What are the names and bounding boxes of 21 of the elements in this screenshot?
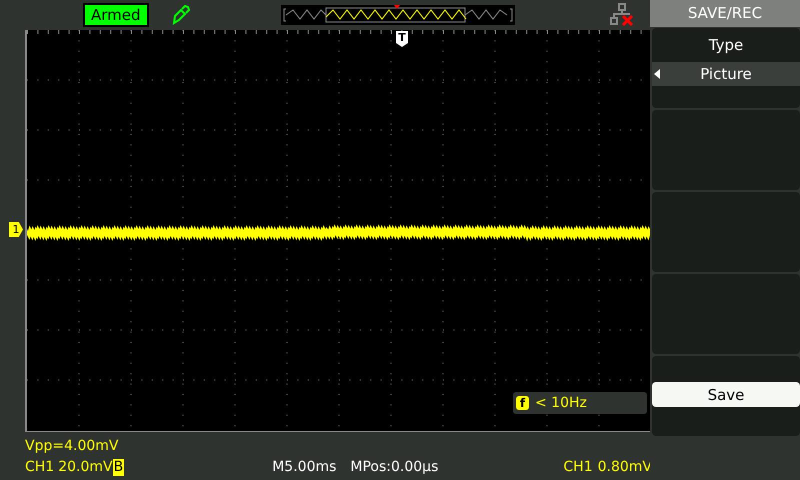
timebase: M5.00ms	[272, 458, 336, 477]
option-label: Type	[708, 35, 744, 56]
acquisition-status: Armed	[83, 3, 149, 27]
menu-option[interactable]: Type Picture	[652, 28, 800, 108]
horizontal-position: MPos:0.00µs	[350, 458, 438, 477]
menu-title: SAVE/REC	[650, 0, 800, 27]
frequency-reading: < 10Hz	[535, 395, 587, 411]
channel-name: CH1	[25, 458, 54, 477]
frequency-badge: f	[516, 396, 529, 410]
bandwidth-limit-badge: B	[112, 459, 124, 476]
trigger-position-marker: T	[396, 31, 408, 47]
vpp-measurement: Vpp=4.00mV	[25, 437, 118, 456]
option-value[interactable]: Picture	[652, 62, 800, 86]
trigger-source: CH1	[563, 458, 593, 477]
save-button[interactable]: Save	[652, 382, 800, 407]
channel-marker: 1	[9, 222, 23, 237]
network-disconnected-icon	[610, 3, 634, 27]
left-arrow-icon	[654, 69, 660, 79]
probe-icon	[170, 4, 193, 26]
trigger-level: 0.80mV	[598, 458, 652, 477]
vertical-scale: 20.0mV	[58, 458, 113, 477]
